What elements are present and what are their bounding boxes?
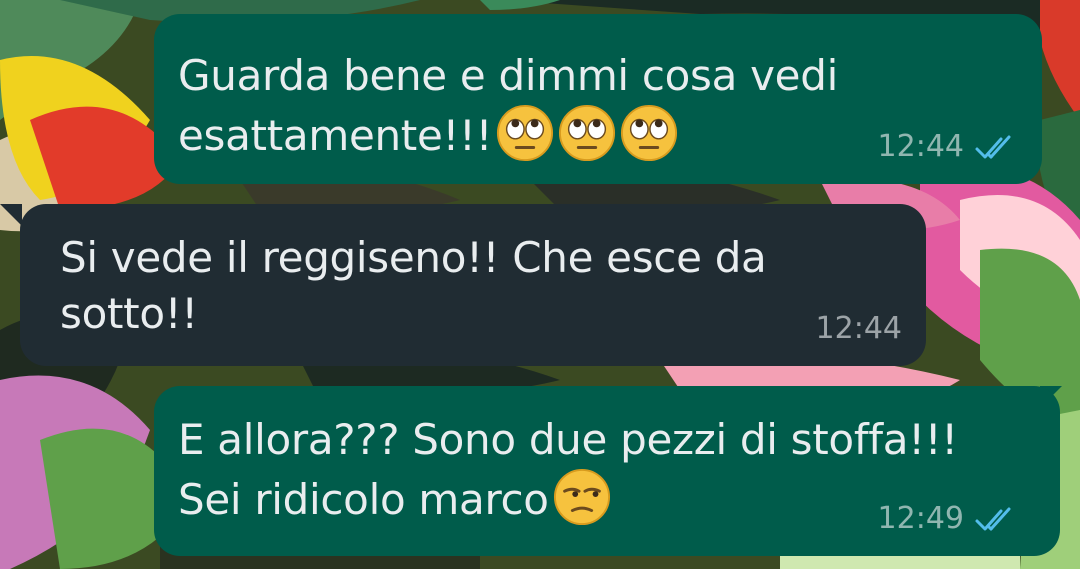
- message-meta: 12:49: [878, 501, 1020, 536]
- message-bubble-outgoing[interactable]: Guarda bene e dimmi cosa vedi esattament…: [154, 14, 1042, 184]
- bubble-tail: [0, 204, 22, 226]
- double-check-read-icon: [974, 506, 1020, 532]
- face-with-rolling-eyes-icon: [558, 104, 616, 162]
- message-line: Si vede il reggiseno!! Che esce da: [60, 233, 767, 282]
- message-time: 12:44: [877, 129, 964, 164]
- message-line: Guarda bene e dimmi cosa vedi: [178, 51, 838, 100]
- message-line-text: esattamente!!!: [178, 111, 493, 160]
- message-line: E allora??? Sono due pezzi di stoffa!!!: [178, 415, 958, 464]
- message-meta: 12:44: [878, 129, 1020, 164]
- unamused-face-icon: [553, 468, 611, 526]
- double-check-read-icon: [974, 134, 1020, 160]
- message-text: Si vede il reggiseno!! Che esce da sotto…: [60, 230, 767, 342]
- message-line: sotto!!: [60, 289, 198, 338]
- message-line-text: Sei ridicolo marco: [178, 475, 549, 524]
- message-line: Sei ridicolo marco: [178, 468, 958, 528]
- message-bubble-incoming[interactable]: Si vede il reggiseno!! Che esce da sotto…: [20, 204, 926, 366]
- face-with-rolling-eyes-icon: [496, 104, 554, 162]
- message-line: esattamente!!!: [178, 104, 838, 164]
- message-bubble-outgoing[interactable]: E allora??? Sono due pezzi di stoffa!!! …: [154, 386, 1060, 556]
- chat-view: Guarda bene e dimmi cosa vedi esattament…: [0, 0, 1080, 569]
- message-text: Guarda bene e dimmi cosa vedi esattament…: [178, 48, 838, 164]
- face-with-rolling-eyes-icon: [620, 104, 678, 162]
- message-text: E allora??? Sono due pezzi di stoffa!!! …: [178, 412, 958, 528]
- message-time: 12:44: [815, 311, 902, 346]
- message-meta: 12:44: [816, 311, 902, 346]
- message-time: 12:49: [877, 501, 964, 536]
